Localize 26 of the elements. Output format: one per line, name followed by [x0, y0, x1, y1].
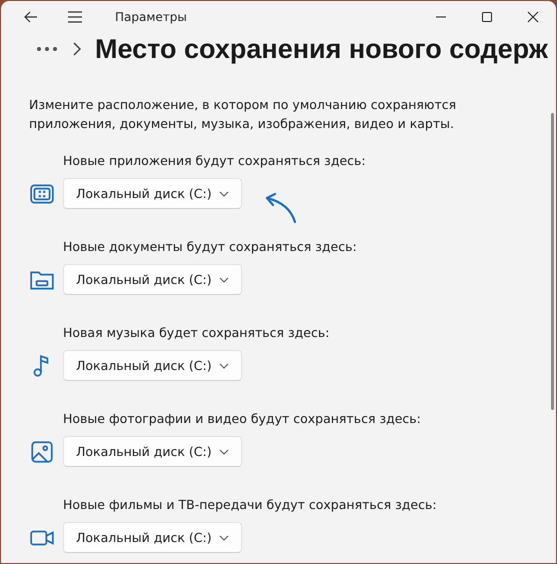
- location-label: Новые приложения будут сохраняться здесь:: [63, 153, 367, 168]
- chevron-down-icon: [219, 534, 229, 540]
- chevron-down-icon: [219, 362, 229, 368]
- arrow-left-icon: [23, 9, 39, 25]
- location-label: Новые фильмы и ТВ-передачи будут сохраняться здесь:: [63, 497, 438, 512]
- image-icon: [29, 438, 55, 464]
- drive-dropdown[interactable]: Локальный диск (C:): [63, 350, 242, 381]
- drive-dropdown[interactable]: Локальный диск (C:): [63, 178, 242, 209]
- drive-dropdown[interactable]: Локальный диск (C:): [63, 436, 242, 467]
- page-description: Измените расположение, в котором по умолчанию сохраняются приложения, документы, музыка, изображения, видео и карты.: [29, 96, 458, 133]
- location-label: Новая музыка будет сохраняться здесь:: [63, 325, 330, 340]
- chevron-down-icon: [219, 448, 229, 454]
- close-icon: [527, 11, 539, 23]
- chevron-right-icon: [73, 42, 81, 56]
- location-label: Новые документы будут сохраняться здесь:: [63, 239, 358, 254]
- drive-dropdown[interactable]: Локальный диск (C:): [63, 264, 242, 295]
- more-icon: [36, 46, 58, 52]
- window-title: Параметры: [115, 10, 188, 24]
- chevron-down-icon: [219, 190, 229, 196]
- menu-icon: [67, 10, 83, 24]
- location-label: Новые фотографии и видео будут сохраняться здесь:: [63, 411, 422, 426]
- drive-dropdown[interactable]: Локальный диск (C:): [63, 522, 242, 553]
- scrollbar[interactable]: [551, 113, 554, 410]
- chevron-down-icon: [219, 276, 229, 282]
- page-heading: Место сохранения нового содерж: [95, 34, 548, 64]
- maximize-icon: [481, 11, 493, 23]
